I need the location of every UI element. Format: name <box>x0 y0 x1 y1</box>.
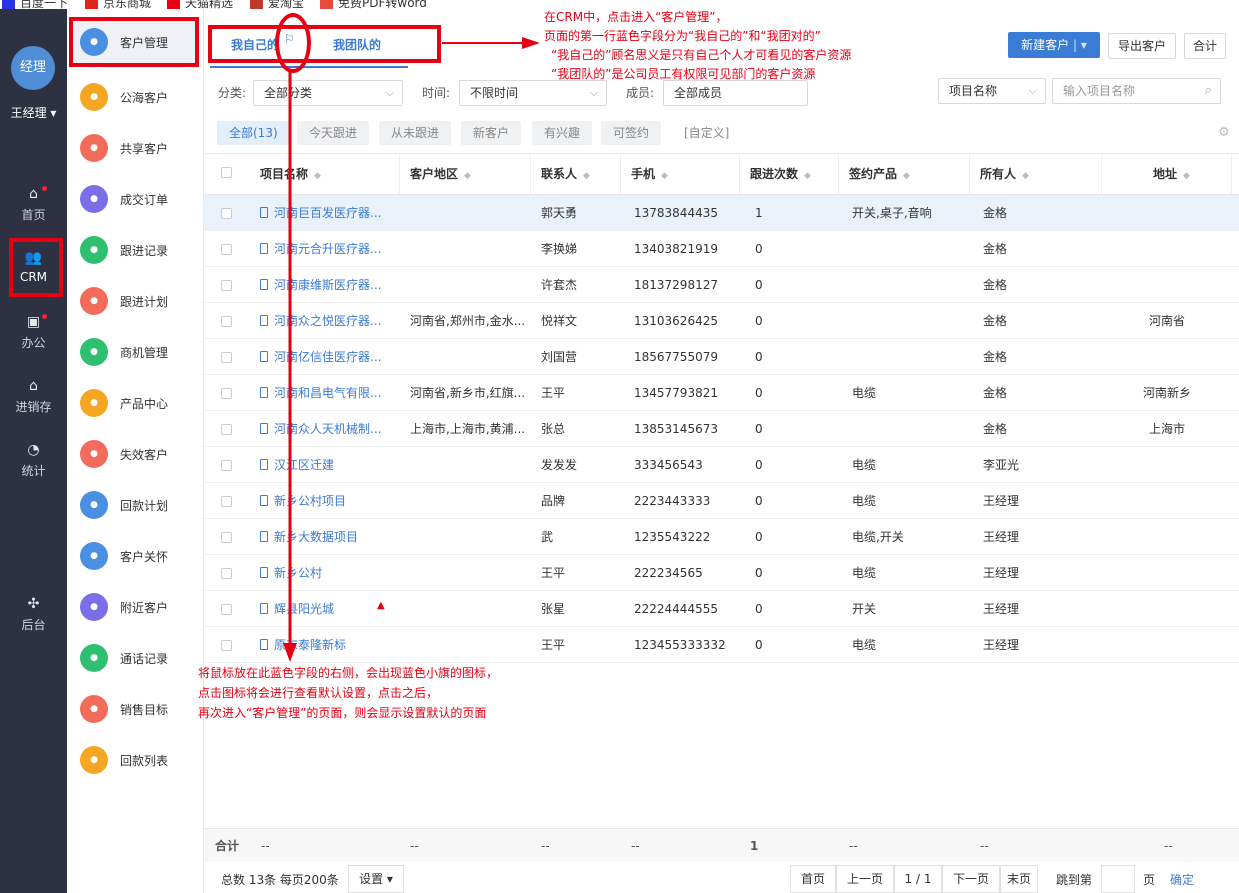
annotation-arrowhead-down <box>283 643 297 662</box>
annotation-cursor-marker: ▲ <box>377 600 385 611</box>
annotation-text-top-4: “我团队的”是公司员工有权限可见部门的客户资源 <box>551 67 816 81</box>
annotation-text-bottom-3: 再次进入“客户管理”的页面，则会显示设置默认的页面 <box>198 706 487 720</box>
annotation-text-bottom-1: 将鼠标放在此蓝色字段的右侧，会出现蓝色小旗的图标， <box>198 666 499 680</box>
annotation-text-top-2: 页面的第一行蓝色字段分为“我自己的”和“我团对的” <box>544 29 821 43</box>
annotation-text-top-3: “我自己的”顾名思义是只有自己个人才可看见的客户资源 <box>551 48 852 62</box>
crm-screen: { "bookmarks": [ {"label": "百度一下", "icon… <box>0 0 1239 893</box>
annotation-arrowhead-right <box>522 37 540 49</box>
annotation-text-top-1: 在CRM中，点击进入“客户管理”， <box>544 10 728 24</box>
annotation-arrows <box>283 37 540 662</box>
annotation-text-bottom-2: 点击图标将会进行查看默认设置，点击之后， <box>198 686 439 700</box>
